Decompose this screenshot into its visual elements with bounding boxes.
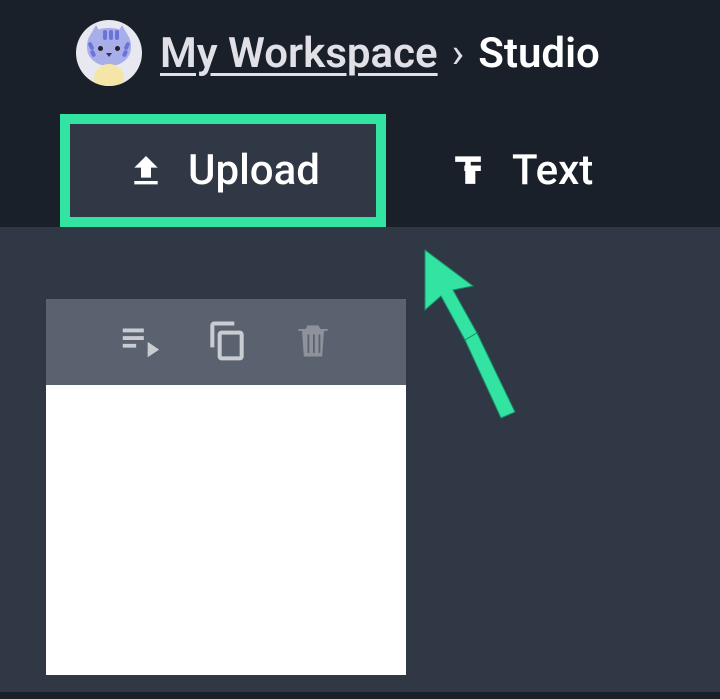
card-toolbar xyxy=(46,299,406,385)
breadcrumb-current: Studio xyxy=(478,29,600,78)
tab-text-label: Text xyxy=(512,146,593,195)
card-thumbnail xyxy=(46,385,406,675)
header: My Workspace › Studio Upload Text xyxy=(0,0,720,227)
tab-text[interactable]: Text xyxy=(446,146,593,195)
tab-upload-label: Upload xyxy=(188,146,320,195)
playlist-play-icon[interactable] xyxy=(117,317,163,367)
tab-upload[interactable]: Upload xyxy=(70,124,376,217)
tab-upload-highlight: Upload xyxy=(60,114,386,227)
text-format-icon xyxy=(446,149,490,193)
project-card[interactable] xyxy=(46,299,406,675)
workspace-avatar[interactable] xyxy=(76,20,142,86)
content-area xyxy=(0,227,720,692)
copy-icon[interactable] xyxy=(205,318,249,366)
upload-icon xyxy=(126,151,166,191)
workspace-link[interactable]: My Workspace xyxy=(160,29,438,78)
tab-bar: Upload Text xyxy=(0,86,720,227)
breadcrumb-separator: › xyxy=(452,29,465,78)
trash-icon[interactable] xyxy=(291,318,335,366)
breadcrumb: My Workspace › Studio xyxy=(0,20,720,86)
